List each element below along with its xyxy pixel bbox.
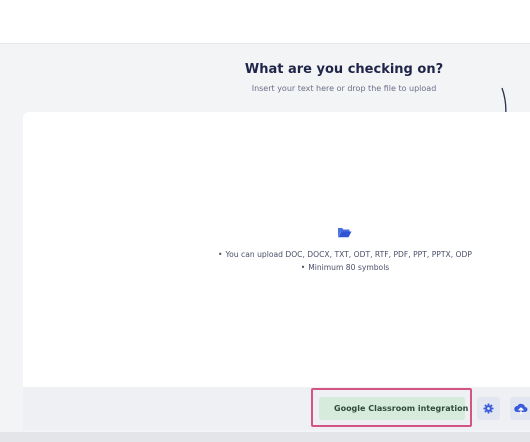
hint-file-types: • You can upload DOC, DOCX, TXT, ODT, RTF…: [218, 250, 472, 259]
settings-button[interactable]: [477, 397, 500, 420]
hint-minimum-length: • Minimum 80 symbols: [300, 262, 390, 272]
page-title: What are you checking on?: [244, 62, 444, 77]
upload-hints: • You can upload DOC, DOCX, TXT, ODT, RTF…: [210, 249, 480, 274]
top-bar: [0, 0, 530, 44]
cloud-upload-icon: [514, 403, 528, 415]
bottom-strip: [0, 432, 530, 442]
google-classroom-button[interactable]: Google Classroom integration: [319, 397, 469, 420]
folder-open-icon: [338, 228, 352, 238]
page-subtitle: Insert your text here or drop the file t…: [251, 84, 437, 93]
gear-icon: [483, 403, 494, 414]
upload-button[interactable]: [510, 397, 530, 420]
google-classroom-label: Google Classroom integration: [334, 404, 469, 413]
